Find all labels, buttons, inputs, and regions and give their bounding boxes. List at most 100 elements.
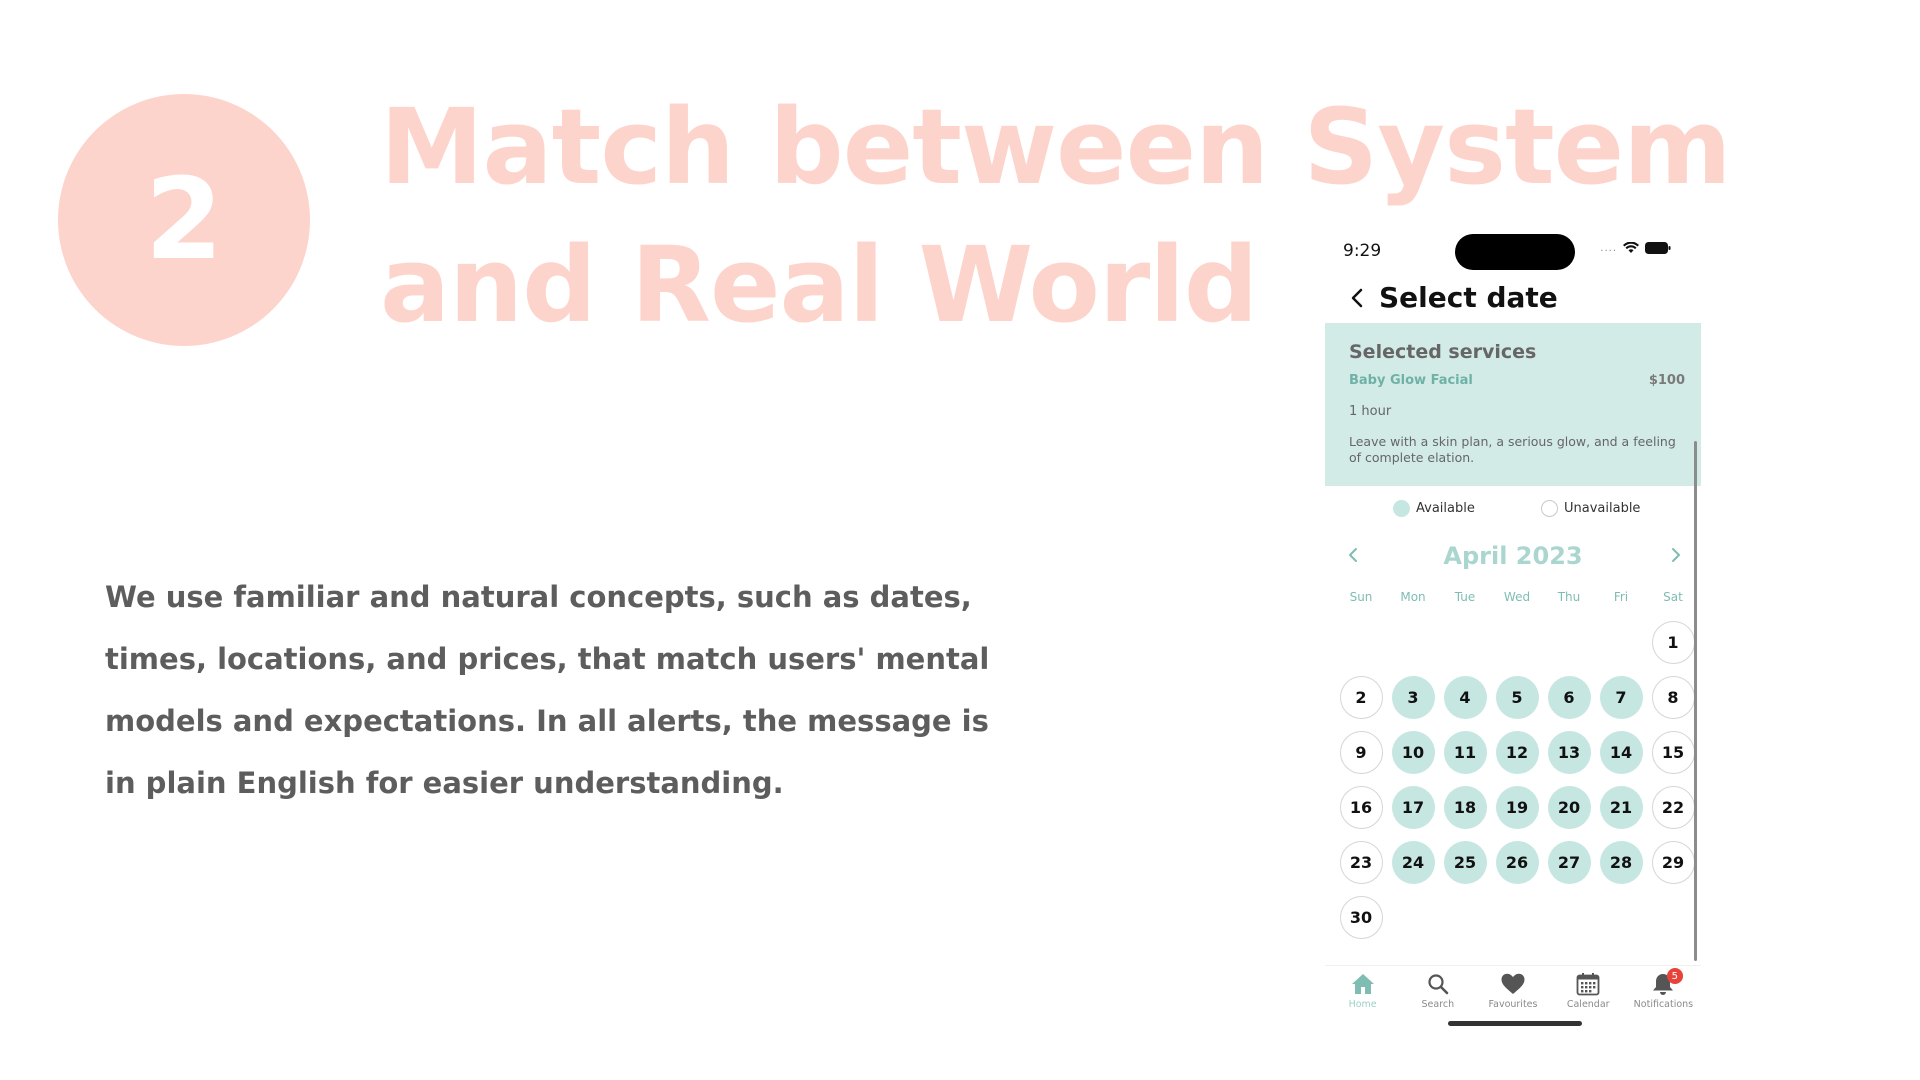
previous-month-button[interactable] bbox=[1340, 542, 1366, 568]
calendar-cell bbox=[1491, 615, 1543, 670]
available-dot-icon bbox=[1393, 500, 1410, 517]
calendar-day-available[interactable]: 12 bbox=[1495, 731, 1539, 774]
calendar-cell: 27 bbox=[1543, 835, 1595, 890]
calendar-day-unavailable[interactable]: 30 bbox=[1339, 896, 1383, 939]
calendar-cell: 16 bbox=[1335, 780, 1387, 835]
calendar-cell: 15 bbox=[1647, 725, 1699, 780]
tab-calendar[interactable]: Calendar bbox=[1551, 966, 1626, 1014]
calendar-cell: 1 bbox=[1647, 615, 1699, 670]
calendar-cell: 21 bbox=[1595, 780, 1647, 835]
calendar-day-unavailable[interactable]: 22 bbox=[1651, 786, 1695, 829]
calendar-day-available[interactable]: 7 bbox=[1599, 676, 1643, 719]
home-icon bbox=[1351, 974, 1374, 994]
scrollbar[interactable] bbox=[1694, 441, 1697, 961]
calendar-cell: 26 bbox=[1491, 835, 1543, 890]
calendar-day-available[interactable]: 28 bbox=[1599, 841, 1643, 884]
slide-number-circle: 2 bbox=[58, 94, 310, 346]
calendar-day-unavailable[interactable]: 9 bbox=[1339, 731, 1383, 774]
calendar-week: 1 bbox=[1335, 615, 1699, 670]
back-button[interactable] bbox=[1345, 284, 1369, 312]
month-selector: April 2023 bbox=[1325, 538, 1701, 574]
next-month-button[interactable] bbox=[1663, 542, 1689, 568]
calendar-cell: 8 bbox=[1647, 670, 1699, 725]
calendar-day-available[interactable]: 18 bbox=[1443, 786, 1487, 829]
calendar-day-unavailable[interactable]: 1 bbox=[1651, 621, 1695, 664]
tab-home-label: Home bbox=[1348, 999, 1377, 1010]
calendar-icon bbox=[1576, 973, 1600, 996]
phone-screen: 9:29 .... Select date Selected services … bbox=[1325, 228, 1701, 1034]
services-title: Selected services bbox=[1349, 341, 1537, 363]
calendar-day-available[interactable]: 27 bbox=[1547, 841, 1591, 884]
calendar-day-available[interactable]: 21 bbox=[1599, 786, 1643, 829]
search-icon bbox=[1428, 974, 1449, 995]
calendar-cell: 28 bbox=[1595, 835, 1647, 890]
calendar-day-unavailable[interactable]: 16 bbox=[1339, 786, 1383, 829]
calendar-cell: 11 bbox=[1439, 725, 1491, 780]
calendar-day-unavailable[interactable]: 15 bbox=[1651, 731, 1695, 774]
slide-number: 2 bbox=[145, 155, 223, 285]
calendar-day-available[interactable]: 26 bbox=[1495, 841, 1539, 884]
calendar-cell: 14 bbox=[1595, 725, 1647, 780]
calendar-day-unavailable[interactable]: 2 bbox=[1339, 676, 1383, 719]
calendar-grid: 1 2 3 4 5 6 7 8 9 10 11 12 13 14 15 16 17 18 19 20 21 22 23 24 2… bbox=[1335, 615, 1699, 945]
tab-favourites[interactable]: Favourites bbox=[1475, 966, 1550, 1014]
home-indicator bbox=[1448, 1021, 1582, 1026]
tab-search[interactable]: Search bbox=[1400, 966, 1475, 1014]
tab-bar: Home Search Favourites Calendar 5 Notifi… bbox=[1325, 965, 1701, 1014]
calendar-cell: 5 bbox=[1491, 670, 1543, 725]
calendar-week: 23 24 25 26 27 28 29 bbox=[1335, 835, 1699, 890]
calendar-day-available[interactable]: 3 bbox=[1391, 676, 1435, 719]
weekday-label: Mon bbox=[1400, 590, 1426, 604]
calendar-day-available[interactable]: 24 bbox=[1391, 841, 1435, 884]
calendar-cell: 23 bbox=[1335, 835, 1387, 890]
calendar-day-unavailable[interactable]: 23 bbox=[1339, 841, 1383, 884]
calendar-cell: 20 bbox=[1543, 780, 1595, 835]
calendar-day-available[interactable]: 5 bbox=[1495, 676, 1539, 719]
calendar-cell: 10 bbox=[1387, 725, 1439, 780]
weekday-label: Thu bbox=[1557, 590, 1581, 604]
calendar-day-available[interactable]: 14 bbox=[1599, 731, 1643, 774]
service-description: Leave with a skin plan, a serious glow, … bbox=[1349, 434, 1676, 465]
service-price: $100 bbox=[1648, 373, 1685, 388]
legend-unavailable-label: Unavailable bbox=[1564, 501, 1641, 516]
legend-available-label: Available bbox=[1416, 501, 1475, 516]
calendar-cell: 7 bbox=[1595, 670, 1647, 725]
calendar-day-available[interactable]: 6 bbox=[1547, 676, 1591, 719]
calendar-day-unavailable[interactable]: 8 bbox=[1651, 676, 1695, 719]
calendar-cell bbox=[1335, 615, 1387, 670]
calendar-day-available[interactable]: 20 bbox=[1547, 786, 1591, 829]
unavailable-dot-icon bbox=[1541, 500, 1558, 517]
tab-notifications[interactable]: 5 Notifications bbox=[1626, 966, 1701, 1014]
calendar-cell bbox=[1439, 890, 1491, 945]
calendar-cell: 9 bbox=[1335, 725, 1387, 780]
calendar-day-unavailable[interactable]: 29 bbox=[1651, 841, 1695, 884]
page-title: Select date bbox=[1379, 281, 1558, 314]
chevron-right-icon bbox=[1672, 548, 1680, 562]
calendar-cell: 6 bbox=[1543, 670, 1595, 725]
weekday-label: Fri bbox=[1613, 590, 1629, 604]
calendar-cell bbox=[1491, 890, 1543, 945]
tab-search-label: Search bbox=[1421, 999, 1455, 1010]
calendar-cell: 17 bbox=[1387, 780, 1439, 835]
calendar-cell: 24 bbox=[1387, 835, 1439, 890]
tab-notifications-label: Notifications bbox=[1633, 999, 1694, 1010]
tab-home[interactable]: Home bbox=[1325, 966, 1400, 1014]
calendar-day-available[interactable]: 11 bbox=[1443, 731, 1487, 774]
calendar-cell: 25 bbox=[1439, 835, 1491, 890]
calendar-day-available[interactable]: 4 bbox=[1443, 676, 1487, 719]
calendar-day-available[interactable]: 13 bbox=[1547, 731, 1591, 774]
calendar-day-available[interactable]: 25 bbox=[1443, 841, 1487, 884]
calendar-day-available[interactable]: 17 bbox=[1391, 786, 1435, 829]
dynamic-island bbox=[1455, 234, 1575, 270]
navigation-bar: Select date bbox=[1325, 278, 1701, 318]
status-time: 9:29 bbox=[1343, 241, 1382, 261]
weekday-header: Sun Mon Tue Wed Thu Fri Sat bbox=[1335, 590, 1699, 608]
availability-legend: Available Unavailable bbox=[1325, 500, 1701, 524]
legend-unavailable: Unavailable bbox=[1541, 500, 1640, 517]
calendar-day-available[interactable]: 19 bbox=[1495, 786, 1539, 829]
service-name: Baby Glow Facial bbox=[1349, 373, 1473, 388]
tab-favourites-label: Favourites bbox=[1488, 999, 1538, 1010]
calendar-cell bbox=[1387, 890, 1439, 945]
calendar-cell: 22 bbox=[1647, 780, 1699, 835]
calendar-day-available[interactable]: 10 bbox=[1391, 731, 1435, 774]
